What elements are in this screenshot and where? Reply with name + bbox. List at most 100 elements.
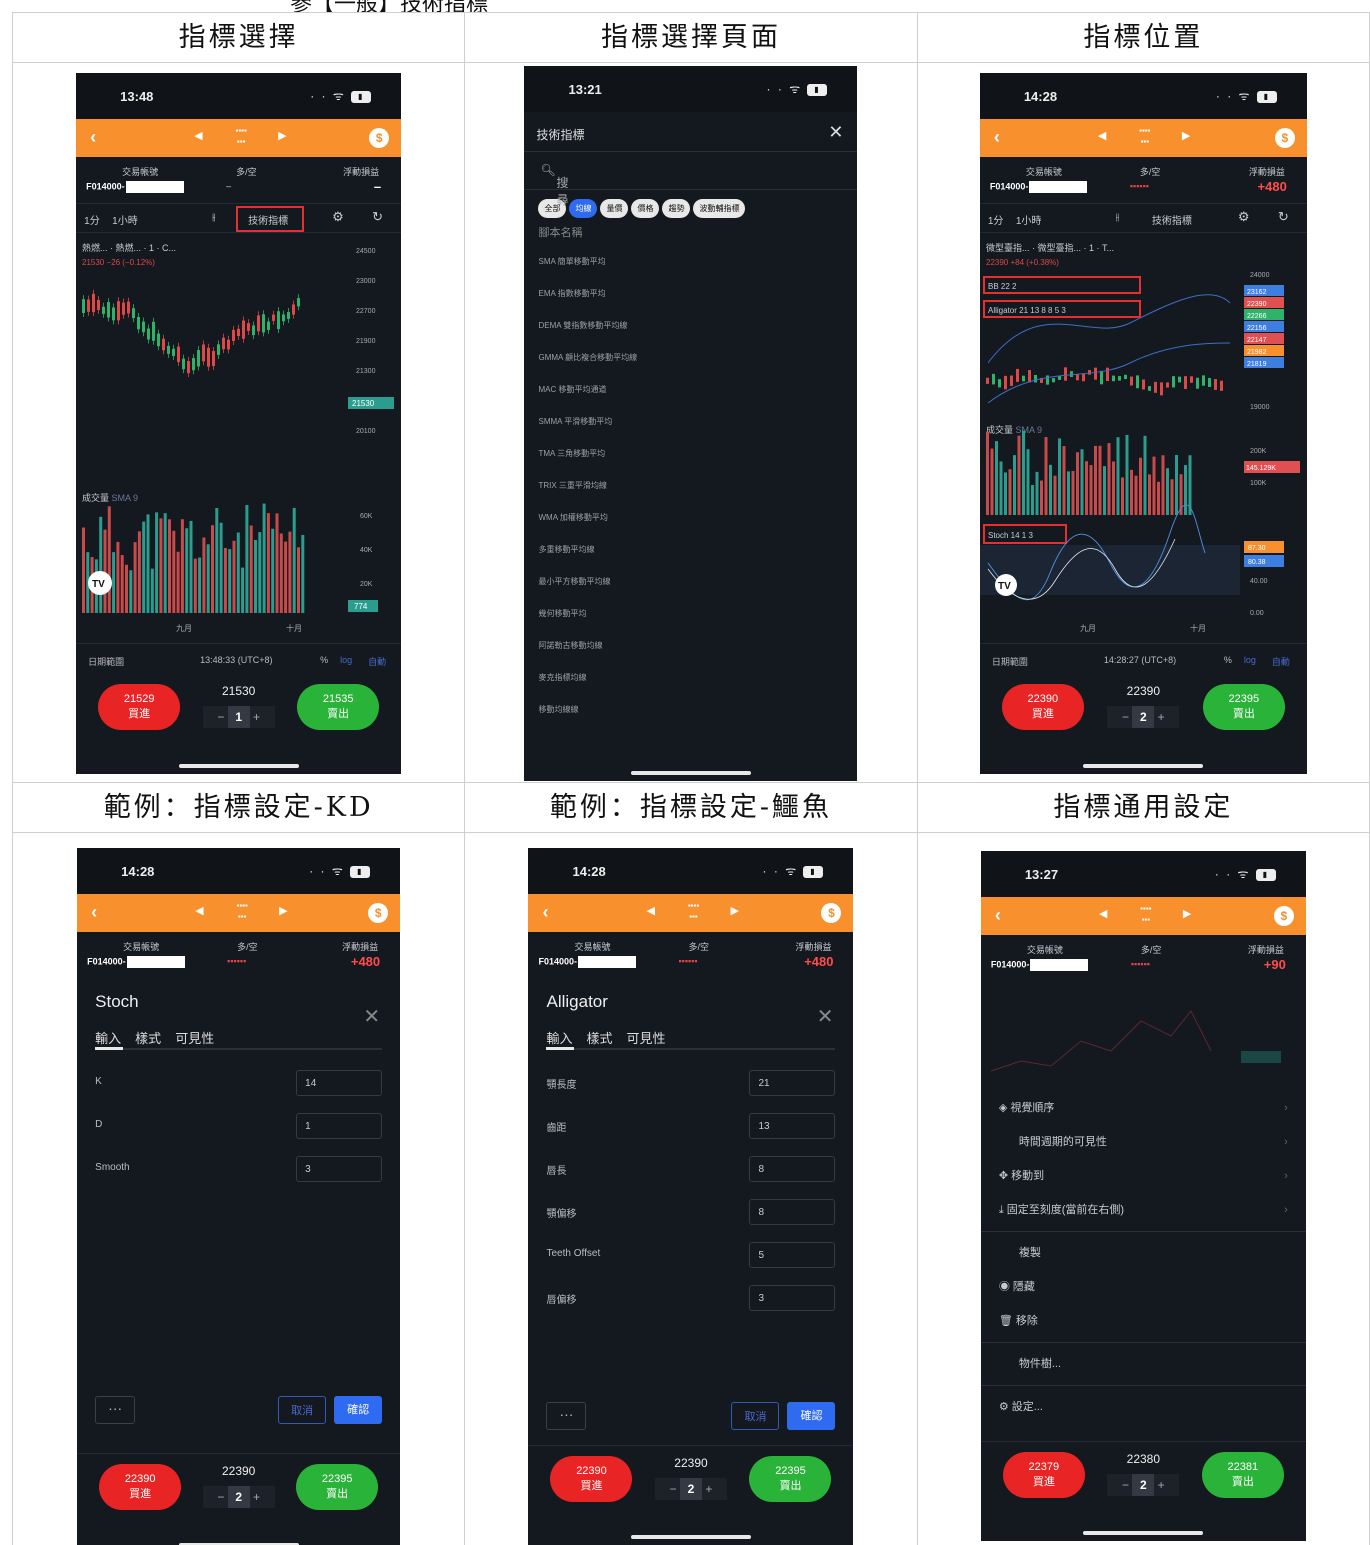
search-input[interactable]: 🔍︎ 搜尋 (524, 152, 858, 207)
next-product-icon[interactable]: ▶ (1182, 129, 1190, 142)
list-item[interactable]: MAC 移動平均通道 (538, 374, 857, 406)
menu-item-move-to[interactable]: ✥ 移動到 › (981, 1159, 1306, 1193)
close-icon[interactable]: ✕ (817, 1004, 834, 1029)
list-item[interactable]: TRIX 三重平滑均線 (538, 470, 857, 502)
close-icon[interactable]: ✕ (363, 1004, 380, 1029)
time-unit[interactable]: 1分 (988, 212, 1004, 227)
chip-volatility[interactable]: 波動輔指標 (693, 199, 746, 218)
interval-select[interactable]: 1小時 (1016, 212, 1042, 227)
list-item[interactable]: SMA 簡單移動平均 (538, 246, 857, 278)
log-toggle[interactable]: log (1244, 655, 1256, 665)
prev-product-icon[interactable]: ◀ (195, 904, 203, 917)
gear-icon[interactable]: ⚙ (1238, 209, 1250, 225)
list-item[interactable]: SMMA 平滑移動平均 (538, 406, 857, 438)
menu-item-object-tree[interactable]: 物件樹... (981, 1347, 1306, 1381)
buy-button[interactable]: 22379 買進 (1002, 1452, 1085, 1498)
prev-product-icon[interactable]: ◀ (1098, 129, 1106, 142)
prev-product-icon[interactable]: ◀ (646, 904, 654, 917)
chip-volume[interactable]: 量價 (600, 199, 629, 218)
coin-icon[interactable]: $ (369, 128, 390, 148)
list-item[interactable]: 移動均線線 (538, 694, 857, 726)
qty-stepper[interactable]: − 2 + (1107, 706, 1180, 728)
menu-item-remove[interactable]: 🗑︎ 移除 (981, 1304, 1306, 1338)
chip-trend[interactable]: 趨勢 (662, 199, 691, 218)
next-product-icon[interactable]: ▶ (278, 129, 286, 142)
tab-input[interactable]: 輸入 (546, 1031, 572, 1046)
qty-stepper[interactable]: − 2 + (202, 1486, 275, 1508)
param-input[interactable]: 8 (749, 1199, 836, 1225)
log-toggle[interactable]: log (340, 655, 352, 665)
chip-ma[interactable]: 均線 (569, 199, 598, 218)
list-item[interactable]: 多重移動平均線 (538, 534, 857, 566)
prev-product-icon[interactable]: ◀ (194, 129, 202, 142)
list-item[interactable]: 阿諾勒古移動均線 (538, 630, 857, 662)
percent-toggle[interactable]: % (1224, 655, 1232, 665)
reload-icon[interactable]: ↻ (1278, 209, 1289, 225)
buy-button[interactable]: 22390 買進 (550, 1456, 633, 1502)
param-input[interactable]: 5 (749, 1242, 836, 1268)
param-input[interactable]: 3 (749, 1285, 836, 1311)
sell-button[interactable]: 22381 賣出 (1201, 1452, 1284, 1498)
time-unit[interactable]: 1分 (84, 212, 100, 227)
param-input[interactable]: 3 (296, 1156, 383, 1182)
qty-stepper[interactable]: − 1 + (202, 706, 275, 728)
list-item[interactable]: 幾何移動平均 (538, 598, 857, 630)
reload-icon[interactable]: ↻ (372, 209, 383, 225)
param-input[interactable]: 8 (749, 1156, 836, 1182)
menu-item-interval-visibility[interactable]: 時間週期的可見性 › (981, 1125, 1306, 1159)
more-button[interactable]: ··· (546, 1402, 587, 1430)
param-input[interactable]: 21 (749, 1070, 836, 1096)
list-item[interactable]: DEMA 雙指數移動平均線 (538, 310, 857, 342)
sell-button[interactable]: 22395 賣出 (296, 1464, 379, 1510)
date-range[interactable]: 日期範圍 (992, 655, 1028, 668)
qty-stepper[interactable]: − 2 + (1107, 1474, 1180, 1496)
tab-visibility[interactable]: 可見性 (627, 1031, 666, 1046)
auto-toggle[interactable]: 自動 (1272, 655, 1290, 668)
param-input[interactable]: 1 (296, 1113, 383, 1139)
list-item[interactable]: EMA 指數移動平均 (538, 278, 857, 310)
tab-style[interactable]: 樣式 (135, 1031, 161, 1046)
indicator-button[interactable]: 技術指標 (1152, 212, 1192, 227)
list-item[interactable]: 最小平方移動平均線 (538, 566, 857, 598)
buy-button[interactable]: 22390 買進 (1001, 684, 1084, 730)
list-item[interactable]: TMA 三角移動平均 (538, 438, 857, 470)
list-item[interactable]: 麥克指標均線 (538, 662, 857, 694)
more-button[interactable]: ··· (95, 1396, 136, 1424)
next-product-icon[interactable]: ▶ (1183, 907, 1191, 920)
sell-button[interactable]: 22395 賣出 (749, 1456, 832, 1502)
coin-icon[interactable]: $ (821, 903, 842, 923)
param-input[interactable]: 13 (749, 1113, 836, 1139)
menu-item-copy[interactable]: 複製 (981, 1236, 1306, 1270)
cancel-button[interactable]: 取消 (731, 1402, 780, 1430)
back-icon[interactable]: ‹ (90, 127, 96, 148)
interval-select[interactable]: 1小時 (112, 212, 138, 227)
compare-icon[interactable]: ⫲ (1116, 212, 1119, 223)
menu-item-visual-order[interactable]: ◈ 視覺順序 › (981, 1091, 1306, 1125)
auto-toggle[interactable]: 自動 (368, 655, 386, 668)
prev-product-icon[interactable]: ◀ (1099, 907, 1107, 920)
date-range[interactable]: 日期範圍 (88, 655, 124, 668)
menu-item-hide[interactable]: ◉ 隱藏 (981, 1270, 1306, 1304)
buy-button[interactable]: 22390 買進 (99, 1464, 182, 1510)
tab-input[interactable]: 輸入 (95, 1031, 121, 1046)
gear-icon[interactable]: ⚙ (332, 209, 344, 225)
menu-item-pin-scale[interactable]: ⤓ 固定至刻度(當前在右側) › (981, 1193, 1306, 1227)
back-icon[interactable]: ‹ (91, 902, 97, 923)
next-product-icon[interactable]: ▶ (279, 904, 287, 917)
cancel-button[interactable]: 取消 (278, 1396, 327, 1424)
confirm-button[interactable]: 確認 (334, 1396, 383, 1424)
sell-button[interactable]: 21535 賣出 (297, 684, 380, 730)
coin-icon[interactable]: $ (368, 903, 389, 923)
back-icon[interactable]: ‹ (542, 902, 548, 923)
menu-item-settings[interactable]: ⚙ 設定... (981, 1390, 1306, 1424)
close-icon[interactable]: ✕ (828, 122, 843, 143)
back-icon[interactable]: ‹ (994, 127, 1000, 148)
sell-button[interactable]: 22395 賣出 (1202, 684, 1285, 730)
back-icon[interactable]: ‹ (995, 905, 1001, 926)
compare-icon[interactable]: ⫲ (212, 212, 215, 223)
qty-stepper[interactable]: − 2 + (654, 1478, 727, 1500)
coin-icon[interactable]: $ (1273, 906, 1294, 926)
param-input[interactable]: 14 (296, 1070, 383, 1096)
next-product-icon[interactable]: ▶ (730, 904, 738, 917)
list-item[interactable]: GMMA 顧比複合移動平均線 (538, 342, 857, 374)
